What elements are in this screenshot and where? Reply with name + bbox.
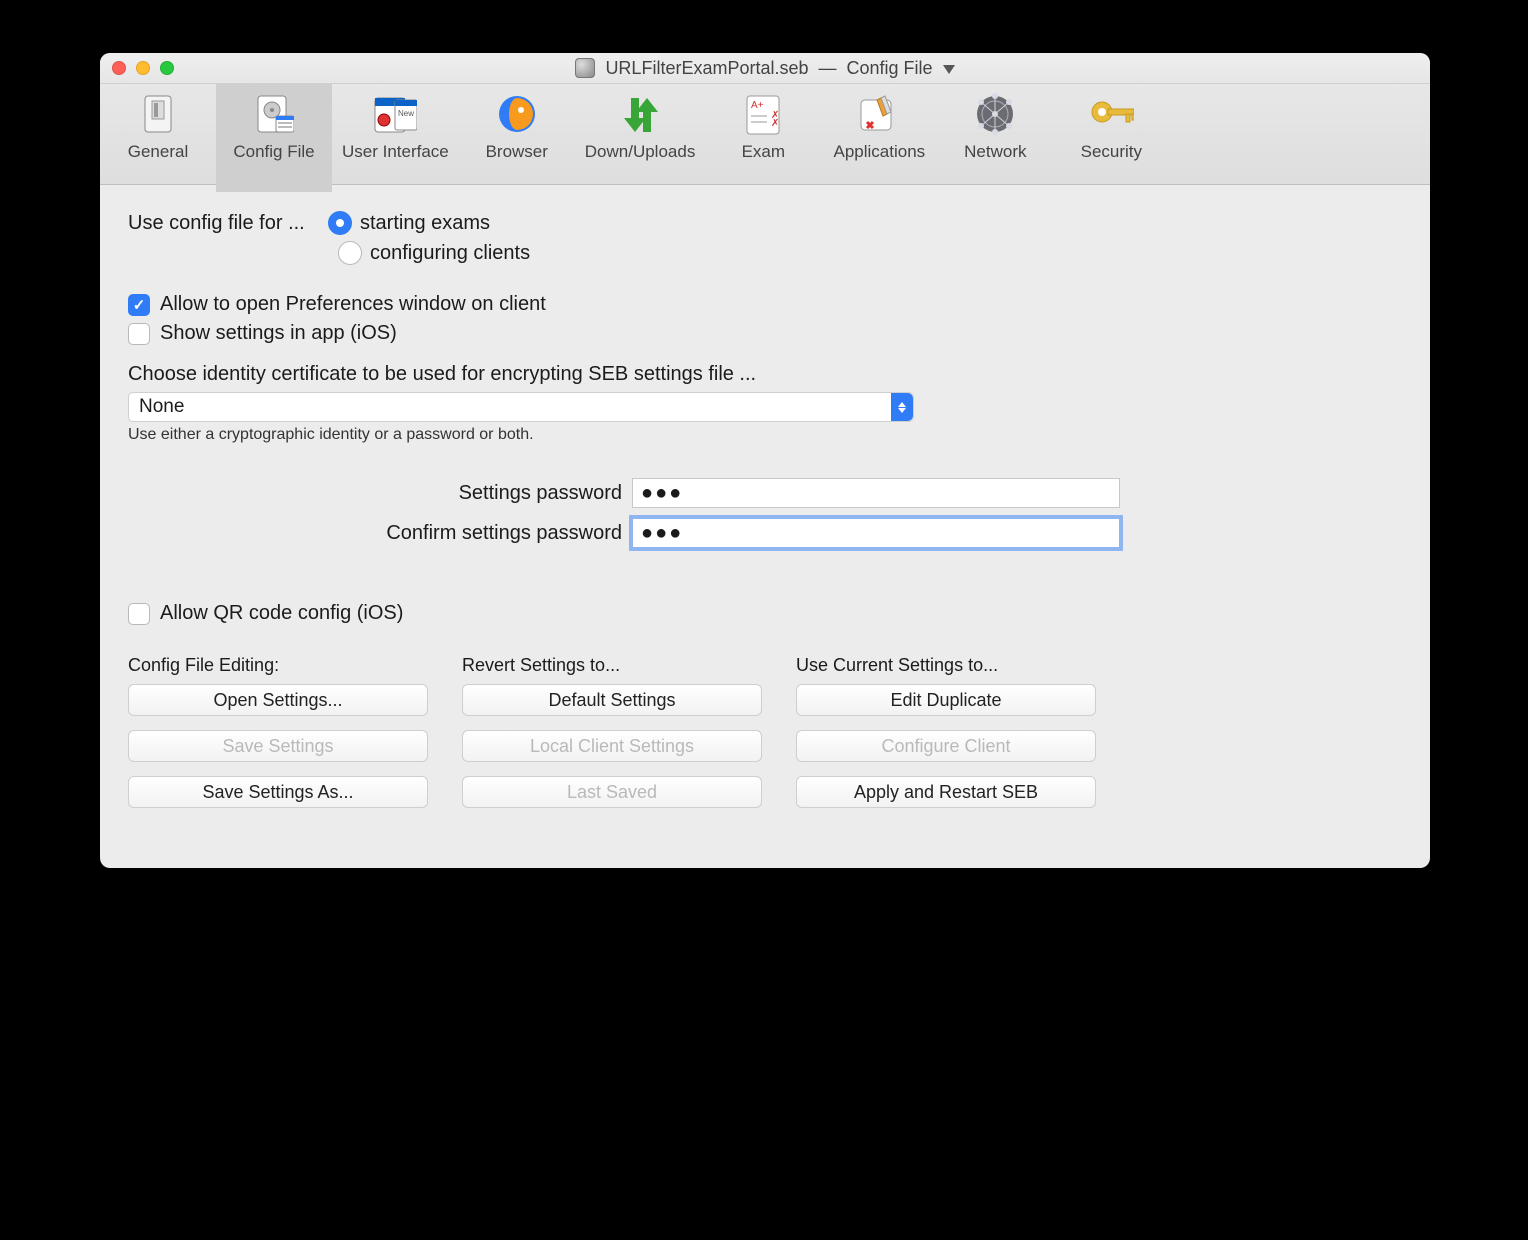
window-title-caret-icon[interactable] [943,65,955,74]
group-config-file-editing-title: Config File Editing: [128,655,428,676]
toolbar-item-applications[interactable]: Applications [821,84,937,192]
toolbar-item-general[interactable]: General [100,84,216,192]
titlebar: URLFilterExamPortal.seb — Config File [100,53,1430,84]
group-config-file-editing: Config File Editing: Open Settings... Sa… [128,655,428,822]
open-settings-button[interactable]: Open Settings... [128,684,428,716]
config-file-icon [251,92,297,136]
svg-text:✗: ✗ [771,118,779,129]
toolbar-item-security[interactable]: Security [1053,84,1169,192]
toolbar-item-label: Network [964,142,1026,162]
toolbar-item-label: Browser [486,142,548,162]
use-config-lead: Use config file for ... [128,212,328,235]
group-revert: Revert Settings to... Default Settings L… [462,655,762,822]
identity-certificate-value: None [139,396,184,418]
group-revert-title: Revert Settings to... [462,655,762,676]
network-icon [972,92,1018,136]
window-title-icon [575,58,595,78]
toolbar-item-label: Applications [833,142,925,162]
config-file-content: Use config file for ... starting exams c… [100,185,1430,842]
identity-certificate-select[interactable]: None [128,392,914,422]
toolbar-item-down-uploads[interactable]: Down/Uploads [575,84,706,192]
group-use-current: Use Current Settings to... Edit Duplicat… [796,655,1096,822]
use-config-row2: configuring clients [338,241,1402,265]
window-title-section: Config File [847,58,933,79]
last-saved-button[interactable]: Last Saved [462,776,762,808]
toolbar-item-exam[interactable]: A+✗✗ Exam [705,84,821,192]
confirm-password-row: Confirm settings password ●●● [128,518,1402,548]
applications-icon [856,92,902,136]
confirm-password-value: ●●● [641,522,683,545]
settings-password-input[interactable]: ●●● [632,478,1120,508]
local-client-settings-button[interactable]: Local Client Settings [462,730,762,762]
toolbar: General Config File New User Interface B… [100,84,1430,185]
settings-password-value: ●●● [641,482,683,505]
configure-client-button[interactable]: Configure Client [796,730,1096,762]
svg-text:A+: A+ [751,100,764,111]
show-settings-ios-row: Show settings in app (iOS) [128,322,1402,345]
identity-help: Use either a cryptographic identity or a… [128,426,1402,444]
edit-duplicate-button[interactable]: Edit Duplicate [796,684,1096,716]
allow-qr-label: Allow QR code config (iOS) [160,602,403,625]
apply-and-restart-seb-button[interactable]: Apply and Restart SEB [796,776,1096,808]
toolbar-item-config-file[interactable]: Config File [216,84,332,192]
toolbar-item-label: General [128,142,188,162]
window-title-filename: URLFilterExamPortal.seb [605,58,808,79]
settings-password-label: Settings password [128,482,632,505]
toolbar-item-user-interface[interactable]: New User Interface [332,84,459,192]
toolbar-item-label: Security [1081,142,1142,162]
allow-qr-checkbox[interactable] [128,603,150,625]
allow-qr-row: Allow QR code config (iOS) [128,602,1402,625]
title-center: URLFilterExamPortal.seb — Config File [100,53,1430,83]
toolbar-item-label: Down/Uploads [585,142,696,162]
show-settings-ios-label: Show settings in app (iOS) [160,322,397,345]
toolbar-item-label: Config File [233,142,314,162]
user-interface-icon: New [372,92,418,136]
confirm-password-input[interactable]: ●●● [632,518,1120,548]
exam-icon: A+✗✗ [740,92,786,136]
window-title-separator: — [819,58,837,79]
down-uploads-icon [617,92,663,136]
security-icon [1088,92,1134,136]
select-stepper-icon [891,393,913,421]
use-config-row: Use config file for ... starting exams [128,211,1402,235]
toolbar-item-network[interactable]: Network [937,84,1053,192]
identity-heading: Choose identity certificate to be used f… [128,363,1402,386]
general-icon [135,92,181,136]
save-settings-button[interactable]: Save Settings [128,730,428,762]
button-groups: Config File Editing: Open Settings... Sa… [128,655,1402,822]
settings-password-row: Settings password ●●● [128,478,1402,508]
default-settings-button[interactable]: Default Settings [462,684,762,716]
allow-preferences-label: Allow to open Preferences window on clie… [160,293,546,316]
group-use-current-title: Use Current Settings to... [796,655,1096,676]
browser-icon [494,92,540,136]
show-settings-ios-checkbox[interactable] [128,323,150,345]
radio-starting-exams[interactable] [328,211,352,235]
allow-preferences-row: ✓ Allow to open Preferences window on cl… [128,293,1402,316]
toolbar-item-label: User Interface [342,142,449,162]
toolbar-item-label: Exam [742,142,785,162]
confirm-password-label: Confirm settings password [128,522,632,545]
radio-configuring-clients-label: configuring clients [370,242,530,265]
radio-starting-exams-label: starting exams [360,212,490,235]
toolbar-item-browser[interactable]: Browser [459,84,575,192]
allow-preferences-checkbox[interactable]: ✓ [128,294,150,316]
radio-configuring-clients[interactable] [338,241,362,265]
save-settings-as-button[interactable]: Save Settings As... [128,776,428,808]
svg-text:New: New [398,109,414,118]
preferences-window: URLFilterExamPortal.seb — Config File Ge… [100,53,1430,868]
